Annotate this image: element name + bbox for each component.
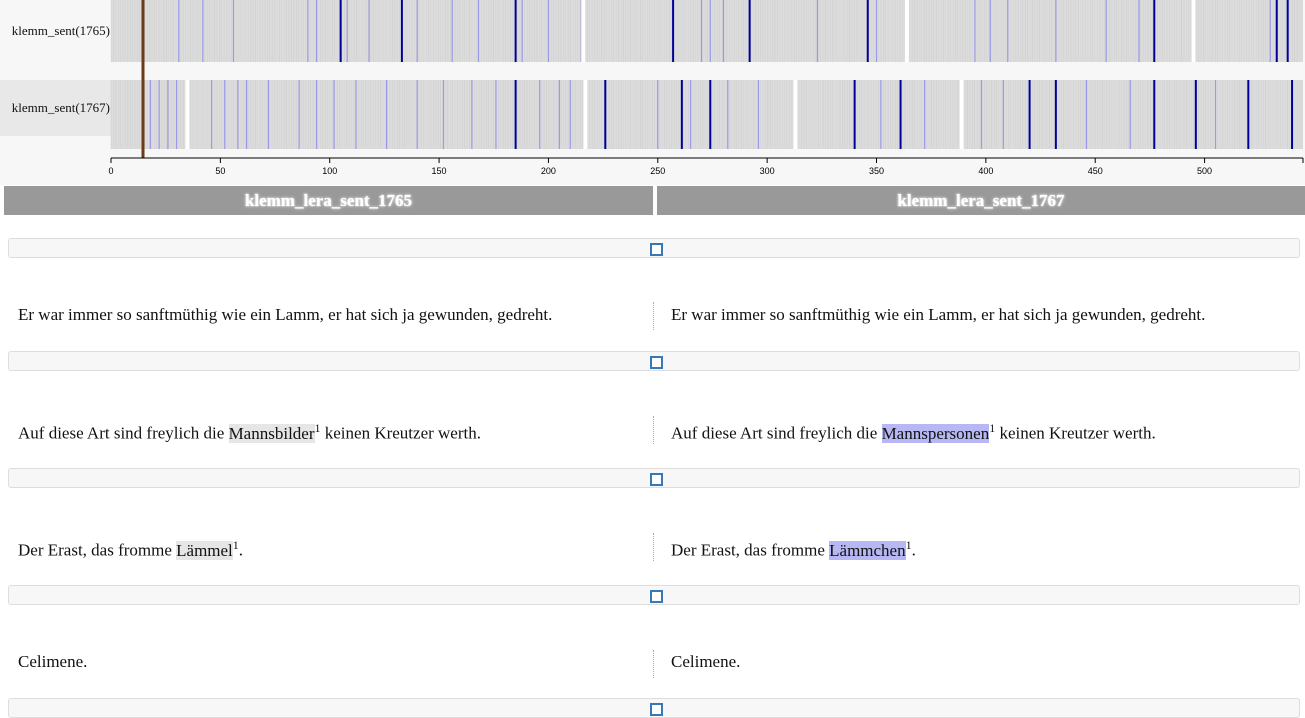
sentence-gap bbox=[185, 80, 190, 149]
left-sentence: Celimene. bbox=[18, 652, 88, 671]
sentence-gap bbox=[904, 0, 909, 62]
right-sentence: Der Erast, das fromme Lämmchen1. bbox=[671, 538, 916, 560]
column-divider bbox=[653, 650, 654, 678]
variant-word[interactable]: Mannsbilder bbox=[228, 423, 315, 443]
sentence-gap bbox=[1191, 0, 1196, 62]
variant-overview: klemm_sent(1765) klemm_sent(1767) 0 50 100… bbox=[0, 0, 1305, 185]
expand-toggle-icon[interactable] bbox=[650, 703, 663, 716]
right-sentence: Auf diese Art sind freylich die Mannsper… bbox=[671, 421, 1156, 443]
axis-tick-label: 50 bbox=[215, 166, 225, 176]
segment-separator bbox=[8, 468, 1300, 488]
column-divider bbox=[653, 416, 654, 444]
variant-word[interactable]: Lämmchen bbox=[829, 540, 906, 560]
sentence-gap bbox=[959, 80, 964, 149]
variant-word[interactable]: Mannspersonen bbox=[881, 423, 990, 443]
right-column-header: klemm_lera_sent_1767 bbox=[657, 186, 1305, 215]
axis-tick-label: 350 bbox=[869, 166, 884, 176]
sentence-gap bbox=[583, 80, 588, 149]
segment-separator bbox=[8, 351, 1300, 371]
strip-background bbox=[111, 0, 1303, 62]
segment-separator bbox=[8, 698, 1300, 718]
axis-tick-label: 0 bbox=[108, 166, 113, 176]
left-sentence: Auf diese Art sind freylich die Mannsbil… bbox=[18, 421, 481, 443]
segment-separator bbox=[8, 585, 1300, 605]
axis-tick-label: 200 bbox=[541, 166, 556, 176]
column-divider bbox=[653, 302, 654, 330]
column-divider bbox=[653, 533, 654, 561]
left-sentence: Der Erast, das fromme Lämmel1. bbox=[18, 538, 244, 560]
expand-toggle-icon[interactable] bbox=[650, 243, 663, 256]
axis-tick-label: 450 bbox=[1088, 166, 1103, 176]
segment-separator bbox=[8, 238, 1300, 258]
left-column-header: klemm_lera_sent_1765 bbox=[4, 186, 653, 215]
sentence-gap bbox=[793, 80, 798, 149]
axis-tick-label: 300 bbox=[760, 166, 775, 176]
axis-tick-label: 100 bbox=[322, 166, 337, 176]
left-sentence: Er war immer so sanftmüthig wie ein Lamm… bbox=[18, 305, 553, 324]
variant-strip-chart[interactable]: 0 50 100 150 200 250 300 350 400 450 500 bbox=[0, 0, 1305, 185]
expand-toggle-icon[interactable] bbox=[650, 473, 663, 486]
strip-background bbox=[111, 80, 1303, 149]
expand-toggle-icon[interactable] bbox=[650, 356, 663, 369]
sentence-gap bbox=[581, 0, 586, 62]
right-sentence: Er war immer so sanftmüthig wie ein Lamm… bbox=[671, 305, 1206, 324]
axis-tick-label: 150 bbox=[432, 166, 447, 176]
axis-tick-label: 500 bbox=[1197, 166, 1212, 176]
variant-word[interactable]: Lämmel bbox=[176, 540, 233, 560]
axis-tick-label: 400 bbox=[978, 166, 993, 176]
right-sentence: Celimene. bbox=[671, 652, 741, 671]
axis-tick-label: 250 bbox=[650, 166, 665, 176]
expand-toggle-icon[interactable] bbox=[650, 590, 663, 603]
